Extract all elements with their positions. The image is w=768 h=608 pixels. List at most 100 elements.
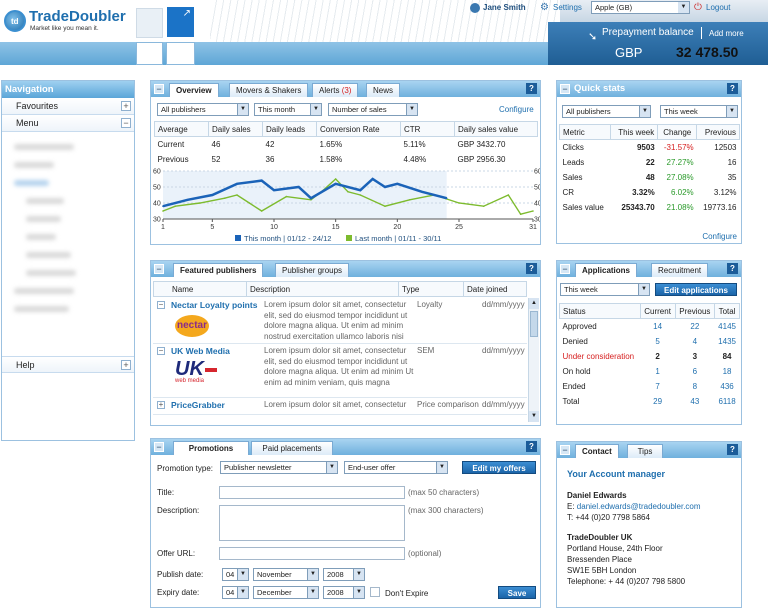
qs-publishers-select[interactable]: All publishers ▼ (562, 105, 651, 118)
publisher-name[interactable]: PriceGrabber (171, 400, 225, 410)
plus-icon[interactable]: + (121, 101, 131, 111)
offer-type-select[interactable]: End-user offer ▼ (344, 461, 448, 474)
save-button[interactable]: Save (498, 586, 536, 599)
current-count[interactable]: 29 (640, 394, 675, 409)
help-icon[interactable]: ? (727, 263, 738, 274)
dont-expire-checkbox[interactable] (370, 587, 380, 597)
title-input[interactable] (219, 486, 405, 499)
scroll-up-icon[interactable]: ▲ (529, 298, 539, 309)
collapse-icon[interactable]: − (157, 301, 165, 309)
country-value: Apple (GB) (595, 3, 633, 12)
metric-select-value: Number of sales (332, 105, 387, 114)
data-point (359, 194, 362, 196)
logo[interactable]: TradeDoubler (29, 8, 126, 25)
status-label: Approved (562, 321, 597, 331)
publish-month-select[interactable]: November ▼ (253, 568, 319, 581)
metric-value: 22 (645, 157, 655, 167)
qs-configure-link[interactable]: Configure (702, 232, 737, 241)
settings-icon[interactable]: ⚙ (540, 2, 551, 13)
help-icon[interactable]: ? (727, 83, 738, 94)
promotion-type-value: Publisher newsletter (224, 463, 292, 472)
applications-period-select[interactable]: This week ▼ (560, 283, 650, 296)
tab-contact[interactable]: Contact (575, 444, 619, 458)
collapse-icon[interactable]: − (560, 84, 570, 94)
total-count[interactable]: 4145 (715, 319, 740, 334)
expiry-year-select[interactable]: 2008 ▼ (323, 586, 365, 599)
tab-applications[interactable]: Applications (575, 263, 638, 277)
plus-icon[interactable]: + (121, 360, 131, 370)
table-cell: 1.65% (319, 139, 343, 149)
collapse-icon[interactable]: − (154, 264, 164, 274)
total-count[interactable]: 6118 (715, 394, 740, 409)
tab-alerts[interactable]: Alerts (3) (312, 83, 359, 97)
data-point (186, 199, 189, 201)
current-count[interactable]: 1 (640, 364, 675, 379)
settings-link[interactable]: Settings (553, 3, 582, 12)
country-select[interactable]: Apple (GB) ▼ (591, 1, 690, 14)
collapse-icon[interactable]: − (560, 445, 570, 455)
promotion-type-select[interactable]: Publisher newsletter ▼ (220, 461, 338, 474)
help-icon[interactable]: ? (526, 263, 537, 274)
total-count[interactable]: 436 (715, 379, 740, 394)
table-cell: 1.58% (319, 154, 343, 164)
expand-icon[interactable]: + (157, 401, 165, 409)
period-select[interactable]: This month ▼ (254, 103, 322, 116)
total-count[interactable]: 18 (715, 364, 740, 379)
logout-link[interactable]: Logout (706, 3, 730, 12)
publish-year-select[interactable]: 2008 ▼ (323, 568, 365, 581)
publishers-select[interactable]: All publishers ▼ (157, 103, 249, 116)
publisher-name[interactable]: UK Web Media (171, 346, 230, 356)
expiry-month-select[interactable]: December ▼ (253, 586, 319, 599)
nav-item-help[interactable]: Help + (2, 356, 134, 373)
tab-recruitment[interactable]: Recruitment (651, 263, 709, 277)
scrollbar[interactable]: ▲ ▼ (528, 298, 539, 422)
tab-news[interactable]: News (366, 83, 401, 97)
edit-my-offers-button[interactable]: Edit my offers (462, 461, 536, 474)
chevron-down-icon: ▼ (310, 104, 321, 115)
tab-publisher-groups[interactable]: Publisher groups (275, 263, 350, 277)
previous-count[interactable]: 22 (675, 319, 715, 334)
collapse-icon[interactable]: − (154, 442, 164, 452)
previous-count[interactable]: 3 (675, 349, 715, 364)
add-more-link[interactable]: Add more (709, 29, 744, 38)
scroll-thumb[interactable] (530, 311, 538, 337)
tab-paid-placements[interactable]: Paid placements (251, 441, 333, 455)
collapse-icon[interactable]: − (560, 264, 570, 274)
minus-icon[interactable]: − (121, 118, 131, 128)
edit-applications-button[interactable]: Edit applications (655, 283, 737, 296)
tab-featured-publishers[interactable]: Featured publishers (173, 263, 264, 277)
tab-promotions[interactable]: Promotions (173, 441, 249, 455)
configure-link[interactable]: Configure (499, 105, 534, 114)
nav-item-favourites[interactable]: Favourites + (2, 98, 134, 115)
metric-select[interactable]: Number of sales ▼ (328, 103, 418, 116)
previous-count[interactable]: 8 (675, 379, 715, 394)
qs-period-select[interactable]: This week ▼ (660, 105, 738, 118)
current-count[interactable]: 14 (640, 319, 675, 334)
collapse-icon[interactable]: − (154, 84, 164, 94)
status-label: Ended (562, 381, 586, 391)
expiry-day-select[interactable]: 04 ▼ (222, 586, 249, 599)
tab-movers-shakers[interactable]: Movers & Shakers (229, 83, 309, 97)
email-link[interactable]: daniel.edwards@tradedoubler.com (577, 502, 701, 511)
collapse-icon[interactable]: − (157, 347, 165, 355)
total-count[interactable]: 1435 (715, 334, 740, 349)
tab-overview[interactable]: Overview (169, 83, 219, 97)
previous-count[interactable]: 6 (675, 364, 715, 379)
publish-day-select[interactable]: 04 ▼ (222, 568, 249, 581)
current-count[interactable]: 2 (640, 349, 675, 364)
help-icon[interactable]: ? (727, 444, 738, 455)
help-icon[interactable]: ? (526, 83, 537, 94)
description-textarea[interactable] (219, 505, 405, 541)
total-count[interactable]: 84 (715, 349, 740, 364)
previous-count[interactable]: 4 (675, 334, 715, 349)
offer-url-input[interactable] (219, 547, 405, 560)
help-icon[interactable]: ? (526, 441, 537, 452)
logout-icon[interactable]: ⏻ (694, 2, 702, 13)
current-count[interactable]: 7 (640, 379, 675, 394)
scroll-down-icon[interactable]: ▼ (529, 411, 539, 422)
tab-tips[interactable]: Tips (627, 444, 663, 458)
publisher-name[interactable]: Nectar Loyalty points (171, 300, 257, 310)
previous-count[interactable]: 43 (675, 394, 715, 409)
nav-item-menu[interactable]: Menu − (2, 115, 134, 132)
current-count[interactable]: 5 (640, 334, 675, 349)
